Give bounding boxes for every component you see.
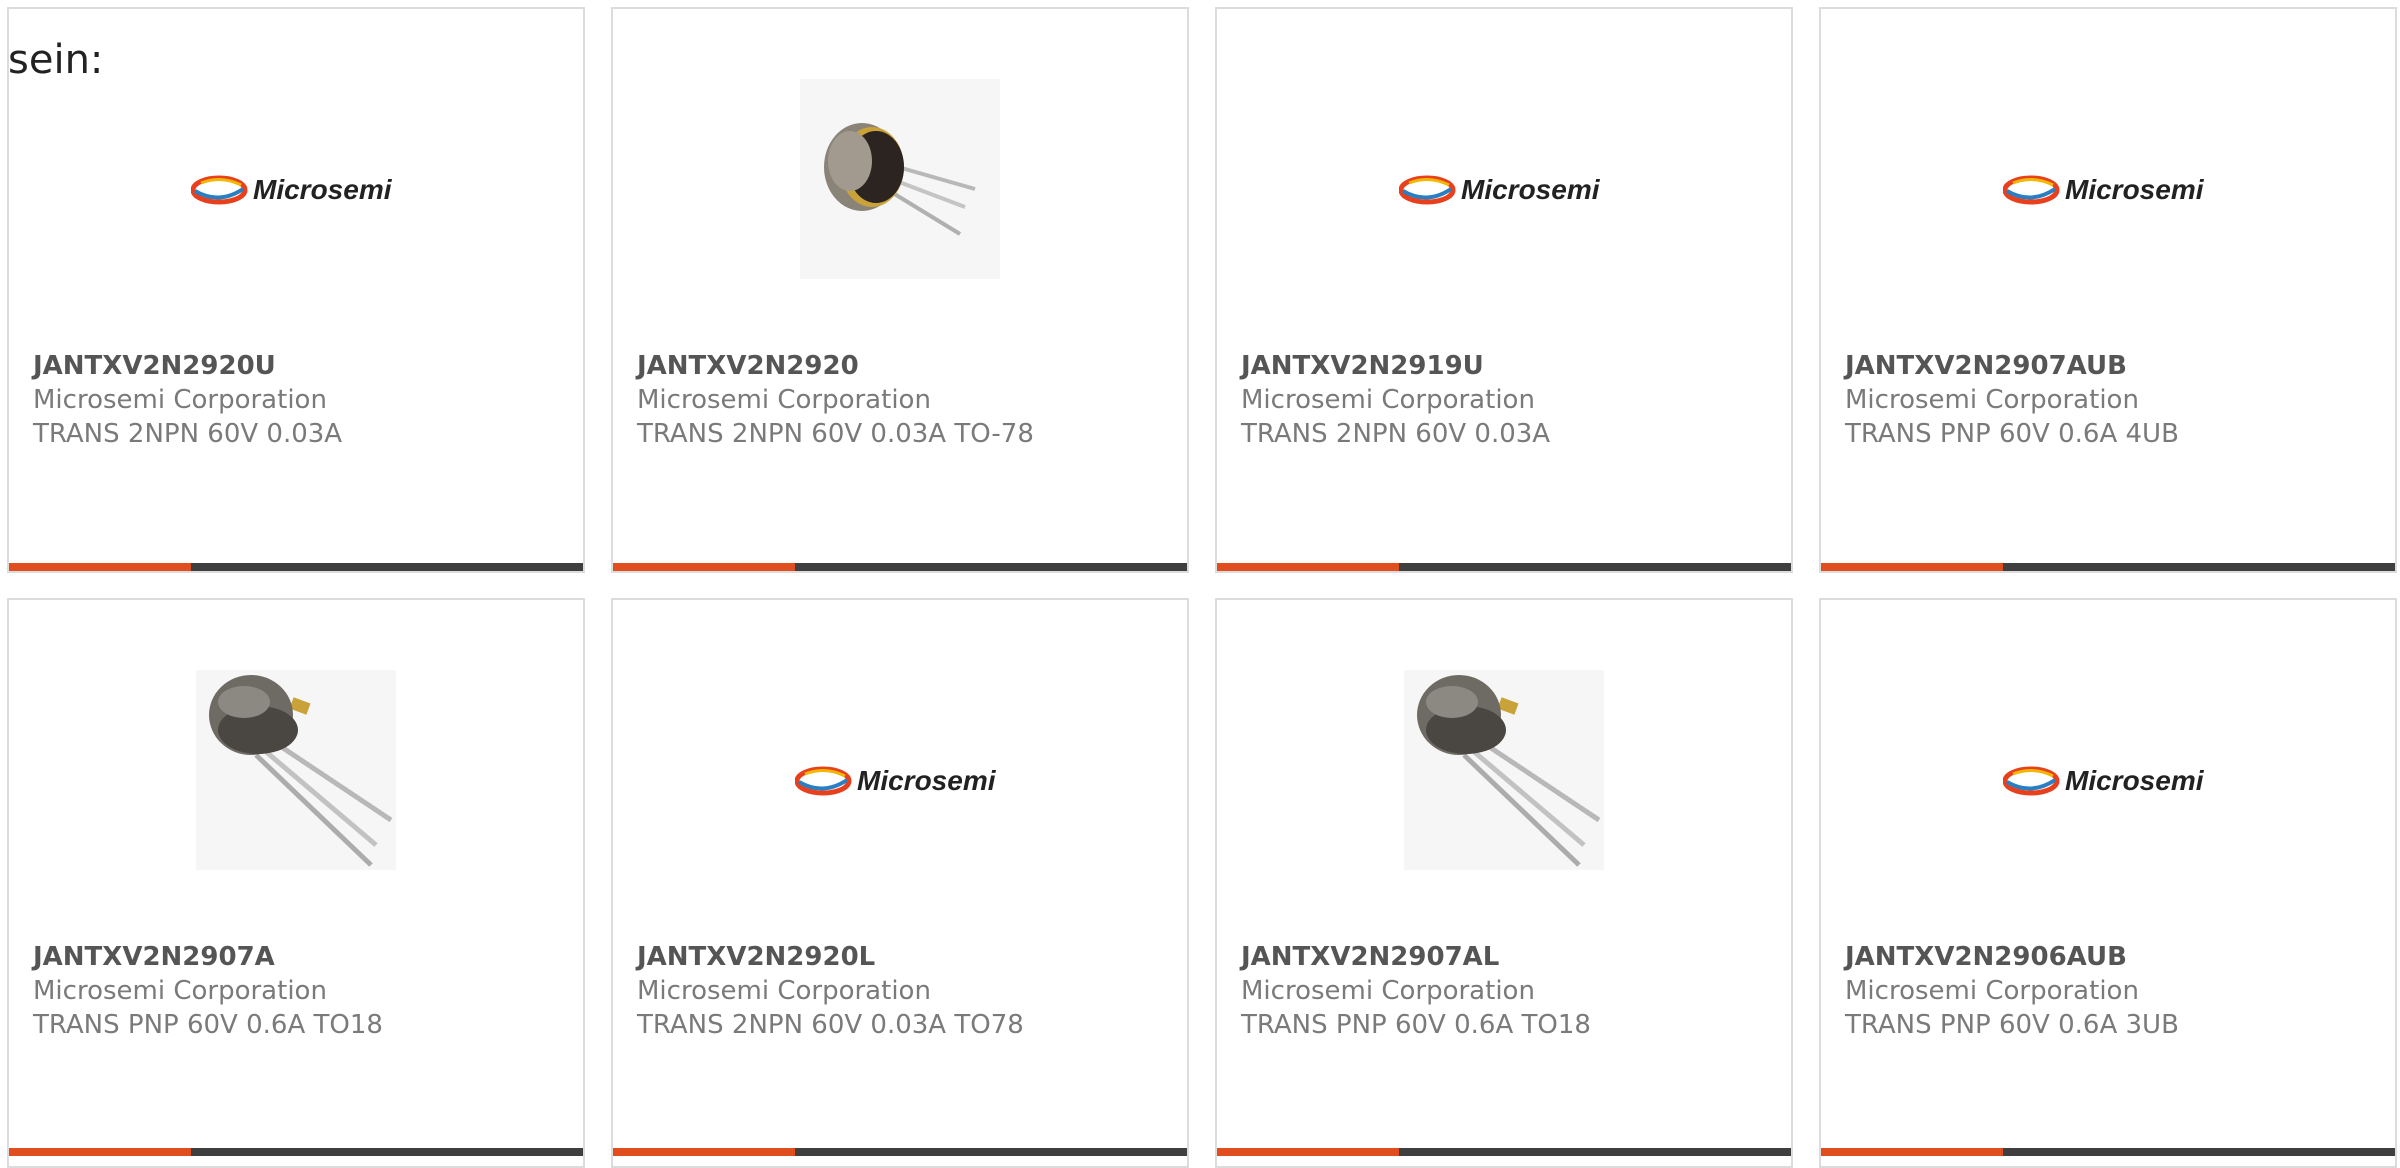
manufacturer: Microsemi Corporation xyxy=(1241,976,1535,1006)
product-image[interactable] xyxy=(9,670,583,890)
card-accent-bar xyxy=(1821,1148,2003,1156)
part-number[interactable]: JANTXV2N2920U xyxy=(33,349,567,383)
svg-text:Microsemi: Microsemi xyxy=(253,174,393,205)
card-accent-bar xyxy=(9,1148,191,1156)
product-card[interactable]: Microsemi JANTXV2N2920U Microsemi Corpor… xyxy=(7,7,585,573)
description: TRANS PNP 60V 0.6A TO18 xyxy=(1241,1010,1591,1040)
description: TRANS PNP 60V 0.6A 3UB xyxy=(1845,1010,2179,1040)
product-info: JANTXV2N2919U Microsemi Corporation TRAN… xyxy=(1241,349,1775,451)
part-number[interactable]: JANTXV2N2907AL xyxy=(1241,940,1775,974)
product-card[interactable]: JANTXV2N2907A Microsemi Corporation TRAN… xyxy=(7,598,585,1168)
description: TRANS 2NPN 60V 0.03A TO78 xyxy=(637,1010,1024,1040)
part-number[interactable]: JANTXV2N2906AUB xyxy=(1845,940,2379,974)
card-bottom-bar xyxy=(1821,1148,2395,1156)
card-bottom-bar xyxy=(613,563,1187,571)
product-info: JANTXV2N2907AL Microsemi Corporation TRA… xyxy=(1241,940,1775,1042)
microsemi-logo: Microsemi xyxy=(2003,765,2205,796)
manufacturer: Microsemi Corporation xyxy=(637,385,931,415)
microsemi-logo: Microsemi xyxy=(1399,174,1601,205)
to-18-transistor-photo xyxy=(1404,670,1604,870)
product-info: JANTXV2N2920 Microsemi Corporation TRANS… xyxy=(637,349,1171,451)
product-image[interactable]: Microsemi xyxy=(613,670,1187,890)
manufacturer: Microsemi Corporation xyxy=(1241,385,1535,415)
product-card[interactable]: JANTXV2N2907AL Microsemi Corporation TRA… xyxy=(1215,598,1793,1168)
product-card[interactable]: Microsemi JANTXV2N2919U Microsemi Corpor… xyxy=(1215,7,1793,573)
manufacturer: Microsemi Corporation xyxy=(637,976,931,1006)
part-number[interactable]: JANTXV2N2920 xyxy=(637,349,1171,383)
microsemi-logo: Microsemi xyxy=(2003,174,2205,205)
manufacturer: Microsemi Corporation xyxy=(33,385,327,415)
svg-text:Microsemi: Microsemi xyxy=(2065,174,2205,205)
microsemi-logo: Microsemi xyxy=(191,174,393,205)
card-accent-bar xyxy=(1821,563,2003,571)
product-image[interactable]: Microsemi xyxy=(1821,79,2395,299)
product-image[interactable] xyxy=(1217,670,1791,890)
svg-text:Microsemi: Microsemi xyxy=(1461,174,1601,205)
card-bottom-bar xyxy=(1821,563,2395,571)
card-accent-bar xyxy=(9,563,191,571)
card-bottom-bar xyxy=(9,1148,583,1156)
product-image[interactable]: Microsemi xyxy=(1217,79,1791,299)
product-info: JANTXV2N2920L Microsemi Corporation TRAN… xyxy=(637,940,1171,1042)
card-accent-bar xyxy=(613,1148,795,1156)
product-image[interactable] xyxy=(613,79,1187,299)
card-bottom-bar xyxy=(1217,1148,1791,1156)
product-info: JANTXV2N2906AUB Microsemi Corporation TR… xyxy=(1845,940,2379,1042)
manufacturer: Microsemi Corporation xyxy=(1845,385,2139,415)
description: TRANS PNP 60V 0.6A TO18 xyxy=(33,1010,383,1040)
part-number[interactable]: JANTXV2N2919U xyxy=(1241,349,1775,383)
intro-text: sein: xyxy=(8,37,104,83)
card-accent-bar xyxy=(1217,563,1399,571)
product-image[interactable]: Microsemi xyxy=(1821,670,2395,890)
part-number[interactable]: JANTXV2N2907A xyxy=(33,940,567,974)
product-card[interactable]: JANTXV2N2920 Microsemi Corporation TRANS… xyxy=(611,7,1189,573)
to-18-transistor-photo xyxy=(196,670,396,870)
part-number[interactable]: JANTXV2N2920L xyxy=(637,940,1171,974)
card-accent-bar xyxy=(1217,1148,1399,1156)
description: TRANS 2NPN 60V 0.03A TO-78 xyxy=(637,419,1034,449)
product-info: JANTXV2N2907A Microsemi Corporation TRAN… xyxy=(33,940,567,1042)
product-grid: Microsemi JANTXV2N2920U Microsemi Corpor… xyxy=(0,0,2400,1168)
svg-text:Microsemi: Microsemi xyxy=(857,765,997,796)
product-info: JANTXV2N2920U Microsemi Corporation TRAN… xyxy=(33,349,567,451)
manufacturer: Microsemi Corporation xyxy=(33,976,327,1006)
card-bottom-bar xyxy=(613,1148,1187,1156)
part-number[interactable]: JANTXV2N2907AUB xyxy=(1845,349,2379,383)
product-card[interactable]: Microsemi JANTXV2N2906AUB Microsemi Corp… xyxy=(1819,598,2397,1168)
svg-text:Microsemi: Microsemi xyxy=(2065,765,2205,796)
manufacturer: Microsemi Corporation xyxy=(1845,976,2139,1006)
description: TRANS 2NPN 60V 0.03A xyxy=(1241,419,1551,449)
product-card[interactable]: Microsemi JANTXV2N2907AUB Microsemi Corp… xyxy=(1819,7,2397,573)
card-bottom-bar xyxy=(1217,563,1791,571)
description: TRANS 2NPN 60V 0.03A xyxy=(33,419,343,449)
product-card[interactable]: Microsemi JANTXV2N2920L Microsemi Corpor… xyxy=(611,598,1189,1168)
product-info: JANTXV2N2907AUB Microsemi Corporation TR… xyxy=(1845,349,2379,451)
product-image[interactable]: Microsemi xyxy=(9,79,583,299)
card-bottom-bar xyxy=(9,563,583,571)
microsemi-logo: Microsemi xyxy=(795,765,997,796)
card-accent-bar xyxy=(613,563,795,571)
to-78-transistor-photo xyxy=(800,79,1000,279)
description: TRANS PNP 60V 0.6A 4UB xyxy=(1845,419,2179,449)
